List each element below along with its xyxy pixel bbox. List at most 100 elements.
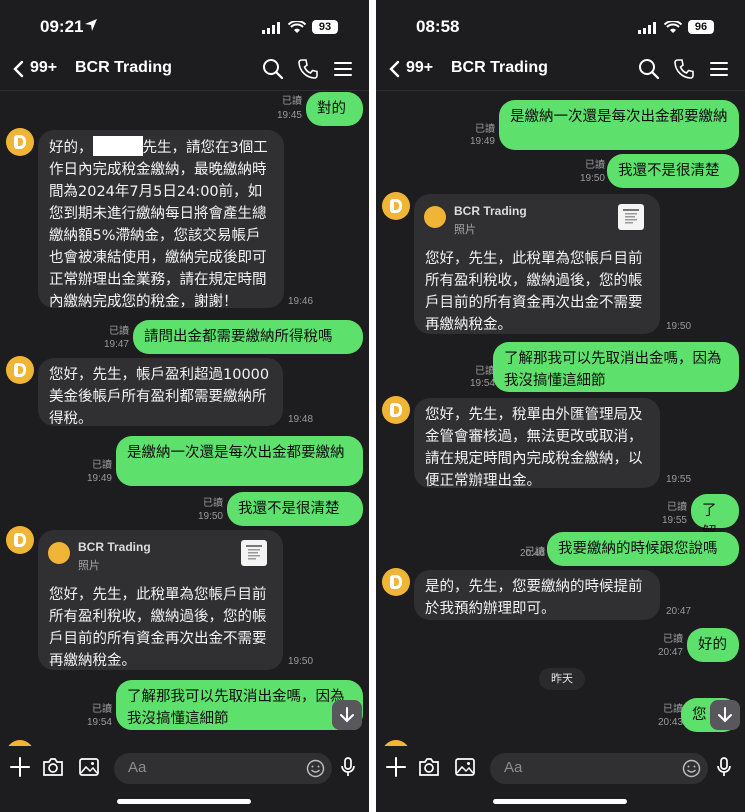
outgoing-message[interactable]: 好的 [687, 628, 739, 662]
quoted-photo-header[interactable]: BCR Trading 照片 [48, 540, 273, 576]
emoji-icon[interactable] [682, 759, 701, 778]
outgoing-message[interactable]: 我還不是很清楚 [607, 154, 739, 188]
menu-icon[interactable] [332, 58, 354, 80]
outgoing-message[interactable]: 我要繳納的時候跟您說嗎 [547, 532, 739, 566]
sender-avatar[interactable] [382, 192, 410, 220]
read-receipt: 已讀 [663, 634, 683, 645]
chat-header: 99+ BCR Trading [376, 50, 745, 90]
read-receipt: 已讀 [667, 502, 687, 513]
message-input[interactable]: Aa [114, 753, 332, 784]
sender-avatar[interactable] [6, 356, 34, 384]
microphone-icon[interactable] [337, 756, 359, 778]
back-chevron-icon[interactable] [12, 60, 24, 78]
message-text: 您好，先生，此稅單為您帳戶目前所有盈利稅收，繳納過後，您的帳戶目前的所有資金再次… [425, 251, 643, 333]
image-icon[interactable] [78, 756, 100, 778]
chat-title: BCR Trading [75, 59, 172, 76]
read-receipt: 已讀 [475, 124, 495, 135]
quoted-photo-header[interactable]: BCR Trading 照片 [424, 204, 650, 240]
message-list[interactable]: 已讀 19:45 對的 好的， 先生，請您在3個工作日內完成稅金繳納，最晚繳納時間… [0, 90, 369, 746]
message-time: 19:55 [666, 474, 692, 485]
outgoing-message[interactable]: 了解那我可以先取消出金嗎，因為我沒搞懂這細節 [493, 342, 739, 392]
message-input[interactable]: Aa [490, 753, 708, 784]
wifi-icon [288, 21, 306, 33]
status-bar: 09:21 93 [0, 0, 369, 50]
phone-icon[interactable] [673, 58, 695, 80]
home-indicator [493, 799, 627, 804]
outgoing-message[interactable]: 我還不是很清楚 [227, 492, 363, 526]
quoted-type: 照片 [78, 559, 100, 572]
camera-icon[interactable] [42, 756, 64, 778]
battery-level: 93 [312, 20, 338, 34]
chat-screen-left: 09:21 93 99+ BCR Trading 已讀 19:45 對的 好的，… [0, 0, 369, 812]
outgoing-message[interactable]: 是繳納一次還是每次出金都要繳納 [499, 100, 739, 150]
outgoing-message[interactable]: 對的 [306, 92, 363, 126]
search-icon[interactable] [638, 58, 660, 80]
plus-icon[interactable] [9, 756, 31, 778]
message-time: 19:50 [197, 511, 223, 522]
microphone-icon[interactable] [713, 756, 735, 778]
read-receipt: 已讀 [203, 498, 223, 509]
message-input-bar: Aa [376, 746, 745, 812]
read-receipt: 已讀 [585, 160, 605, 171]
unread-count[interactable]: 99+ [30, 59, 57, 77]
outgoing-message[interactable]: 了解 [691, 494, 739, 541]
photo-thumbnail-icon[interactable] [618, 204, 644, 230]
incoming-message[interactable]: 是的，先生，您要繳納的時候提前於我預約辦理即可。 [414, 570, 660, 620]
phone-icon[interactable] [297, 58, 319, 80]
message-time: 20:47 [666, 606, 692, 617]
sender-avatar[interactable] [6, 526, 34, 554]
date-divider: 昨天 [539, 668, 585, 690]
message-time: 20:46 [519, 548, 545, 559]
quoted-type: 照片 [454, 223, 476, 236]
outgoing-message[interactable]: 了解那我可以先取消出金嗎，因為我沒搞懂這細節 [116, 680, 363, 730]
status-time: 09:21 [40, 17, 84, 36]
scroll-down-icon[interactable] [710, 700, 740, 730]
chat-header: 99+ BCR Trading [0, 50, 369, 90]
message-time: 19:50 [579, 173, 605, 184]
sender-avatar[interactable] [382, 568, 410, 596]
message-time: 19:48 [288, 414, 314, 425]
message-text: 您好，先生，此稅單為您帳戶目前所有盈利稅收，繳納過後，您的帳戶目前的所有資金再次… [49, 587, 267, 669]
message-time: 19:49 [469, 136, 495, 147]
status-bar: 08:58 96 [376, 0, 745, 50]
reply-message-card[interactable]: BCR Trading 照片 您好，先生，此稅單為您帳戶目前所有盈利稅收，繳納過… [414, 194, 660, 334]
read-receipt: 已讀 [109, 326, 129, 337]
quoted-sender-avatar [424, 206, 446, 228]
search-icon[interactable] [262, 58, 284, 80]
unread-count[interactable]: 99+ [406, 59, 433, 77]
read-receipt: 已讀 [282, 96, 302, 107]
sender-avatar[interactable] [6, 128, 34, 156]
message-input-bar: Aa [0, 746, 369, 812]
camera-icon[interactable] [418, 756, 440, 778]
signal-icon [638, 22, 656, 34]
back-chevron-icon[interactable] [388, 60, 400, 78]
message-time: 19:47 [103, 339, 129, 350]
home-indicator [117, 799, 251, 804]
message-time: 19:46 [288, 296, 314, 307]
incoming-message[interactable]: 好的， 先生，請您在3個工作日內完成稅金繳納，最晚繳納時間為2024年7月5日24… [38, 130, 284, 310]
sender-avatar[interactable] [382, 396, 410, 424]
menu-icon[interactable] [708, 58, 730, 80]
plus-icon[interactable] [385, 756, 407, 778]
input-placeholder: Aa [128, 759, 147, 776]
outgoing-message[interactable]: 請問出金都需要繳納所得稅嗎 [133, 320, 363, 354]
message-time: 20:47 [657, 647, 683, 658]
message-list[interactable]: 已讀 19:49 是繳納一次還是每次出金都要繳納 已讀 19:50 我還不是很清… [376, 90, 745, 746]
quoted-sender: BCR Trading [454, 204, 527, 218]
outgoing-message[interactable]: 是繳納一次還是每次出金都要繳納 [116, 436, 363, 486]
reply-message-card[interactable]: BCR Trading 照片 您好，先生，此稅單為您帳戶目前所有盈利稅收，繳納過… [38, 530, 283, 670]
message-text: 先生，請您在3個工作日內完成稅金繳納，最晚繳納時間為2024年7月5日24:00… [49, 140, 268, 310]
scroll-down-icon[interactable] [332, 700, 362, 730]
incoming-message[interactable]: 您好，先生，稅單由外匯管理局及金管會審核過，無法更改或取消，請在規定時間內完成稅… [414, 398, 660, 489]
image-icon[interactable] [454, 756, 476, 778]
emoji-icon[interactable] [306, 759, 325, 778]
incoming-message[interactable]: 您好，先生，帳戶盈利超過10000美金後帳戶所有盈利都需要繳納所得稅。 [38, 358, 283, 427]
message-time: 19:49 [86, 473, 112, 484]
quoted-sender-avatar [48, 542, 70, 564]
location-arrow-icon [85, 19, 97, 31]
chat-screen-right: 08:58 96 99+ BCR Trading 已讀 19:49 是繳納一次還… [376, 0, 745, 812]
message-time: 19:54 [469, 378, 495, 389]
read-receipt: 已讀 [475, 366, 495, 377]
photo-thumbnail-icon[interactable] [241, 540, 267, 566]
message-time: 19:55 [661, 515, 687, 526]
